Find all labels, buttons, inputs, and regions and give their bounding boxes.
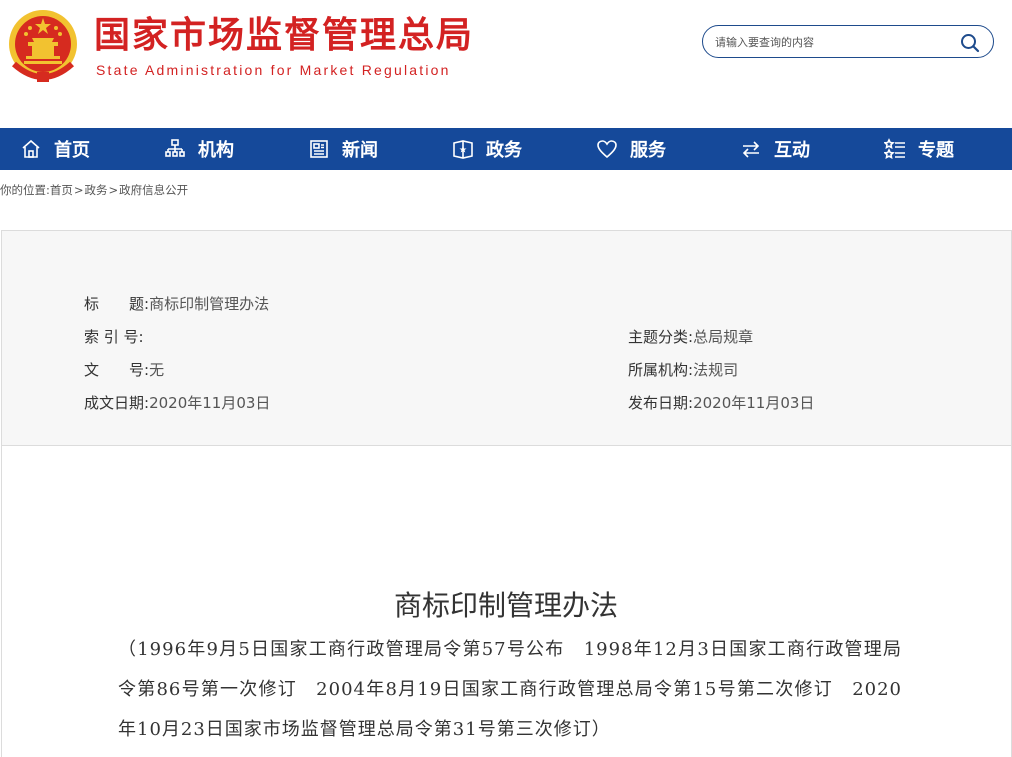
search-input[interactable]	[715, 32, 955, 52]
org-icon	[165, 139, 185, 157]
info-docno-label: 文 号:	[84, 361, 150, 379]
nav-item-home[interactable]: 首页	[0, 128, 144, 170]
home-icon	[22, 139, 40, 158]
nav-label: 专题	[918, 140, 954, 161]
info-created-value: 2020年11月03日	[149, 394, 271, 412]
breadcrumb-home[interactable]: 首页	[50, 183, 73, 197]
info-published-value: 2020年11月03日	[693, 394, 815, 412]
info-topic-value: 总局规章	[693, 328, 754, 346]
breadcrumb: 你的位置:首页>政务>政府信息公开	[0, 182, 188, 198]
document-title: 商标印制管理办法	[393, 589, 618, 622]
search-box	[702, 25, 994, 58]
info-topic-row: 主题分类:总局规章	[628, 327, 753, 347]
exchange-icon	[742, 141, 760, 158]
nav-label: 机构	[198, 140, 234, 161]
nav-label: 互动	[774, 140, 810, 161]
info-created-label: 成文日期:	[84, 394, 150, 412]
document-info-panel	[1, 230, 1012, 446]
heart-icon	[597, 140, 617, 159]
info-docno-row: 文 号:无	[84, 360, 164, 380]
nav-label: 新闻	[342, 140, 378, 161]
nav-item-news[interactable]: 新闻	[288, 128, 432, 170]
main-nav: 首页 机构 新闻 政务 服务 互动 专题	[0, 128, 1012, 170]
topics-icon	[884, 138, 905, 159]
nav-label: 服务	[630, 140, 666, 161]
affairs-icon	[453, 140, 473, 159]
info-org-row: 所属机构:法规司	[628, 360, 738, 380]
info-published-row: 发布日期:2020年11月03日	[628, 393, 814, 413]
info-title-row: 标 题:商标印制管理办法	[84, 294, 269, 314]
news-icon	[310, 140, 328, 158]
info-org-value: 法规司	[693, 361, 739, 379]
info-title-value: 商标印制管理办法	[149, 295, 270, 313]
national-emblem-icon[interactable]	[6, 8, 80, 84]
info-org-label: 所属机构:	[628, 361, 694, 379]
info-created-row: 成文日期:2020年11月03日	[84, 393, 270, 413]
nav-item-org[interactable]: 机构	[144, 128, 288, 170]
nav-item-affairs[interactable]: 政务	[432, 128, 576, 170]
nav-item-interaction[interactable]: 互动	[720, 128, 864, 170]
breadcrumb-separator: >	[73, 183, 84, 197]
info-index-row: 索 引 号:	[84, 327, 144, 347]
site-title[interactable]: 国家市场监督管理总局	[94, 14, 474, 58]
breadcrumb-gov-info[interactable]: 政府信息公开	[119, 183, 188, 197]
breadcrumb-prefix: 你的位置:	[0, 183, 50, 197]
site-header: 国家市场监督管理总局 State Administration for Mark…	[0, 0, 1012, 128]
search-icon[interactable]	[959, 32, 981, 54]
breadcrumb-separator: >	[108, 183, 119, 197]
breadcrumb-affairs[interactable]: 政务	[85, 183, 108, 197]
site-subtitle: State Administration for Market Regulati…	[96, 62, 451, 78]
nav-label: 首页	[54, 140, 90, 161]
nav-label: 政务	[486, 140, 522, 161]
info-docno-value: 无	[149, 361, 165, 379]
info-published-label: 发布日期:	[628, 394, 694, 412]
document-revision-history: （1996年9月5日国家工商行政管理局令第57号公布 1998年12月3日国家工…	[118, 639, 902, 740]
info-index-label: 索 引 号:	[84, 328, 144, 346]
nav-item-topics[interactable]: 专题	[864, 128, 1008, 170]
info-topic-label: 主题分类:	[628, 328, 694, 346]
info-title-label: 标 题:	[84, 295, 150, 313]
nav-item-service[interactable]: 服务	[576, 128, 720, 170]
